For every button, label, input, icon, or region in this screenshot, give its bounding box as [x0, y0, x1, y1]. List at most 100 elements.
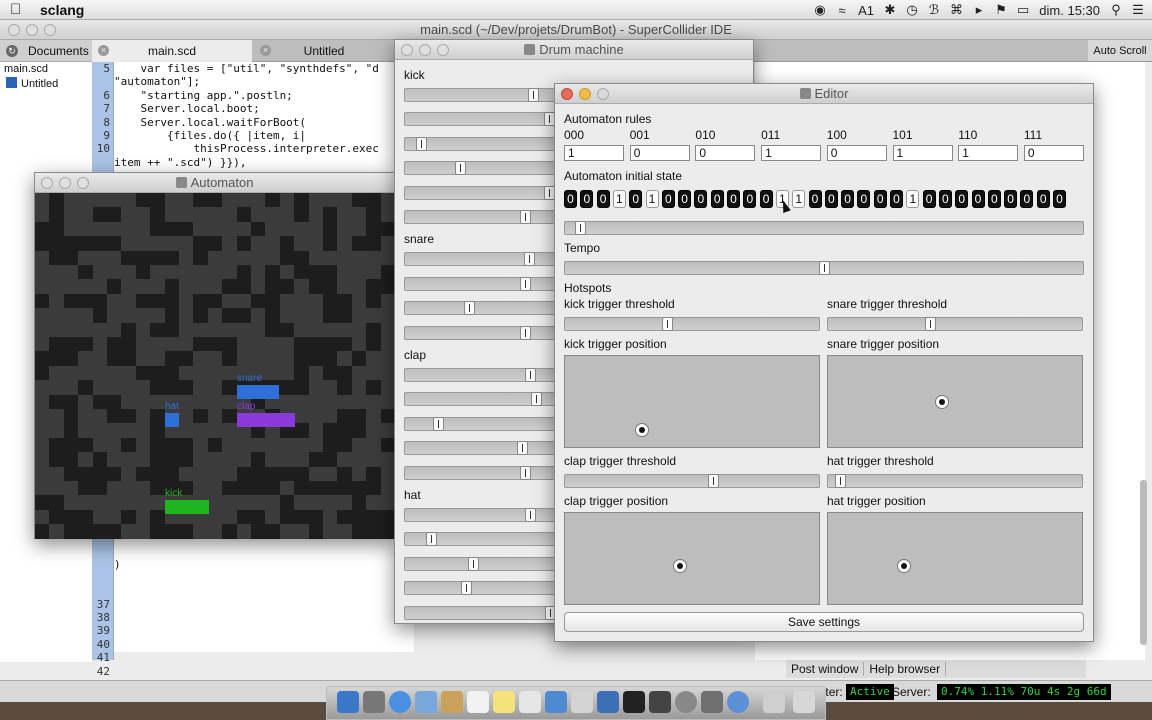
documents-icon[interactable]: ↻: [6, 45, 18, 57]
slider-knob[interactable]: [517, 441, 528, 456]
flag-icon[interactable]: ⚑: [995, 2, 1007, 18]
interpreter-status[interactable]: Active: [846, 684, 894, 700]
state-cell[interactable]: 1: [906, 190, 920, 208]
drum-hat-slider[interactable]: [404, 532, 564, 547]
close-window-button[interactable]: [401, 44, 413, 56]
drum-kick-slider[interactable]: [404, 210, 564, 224]
state-cell[interactable]: 0: [727, 190, 740, 208]
rule-010-input[interactable]: 0: [695, 145, 756, 161]
battery-label[interactable]: A1: [858, 3, 874, 18]
drum-clap-slider[interactable]: [404, 441, 564, 456]
state-cell[interactable]: 0: [1020, 190, 1034, 208]
save-settings-button[interactable]: Save settings: [564, 612, 1084, 632]
contacts-icon[interactable]: [441, 691, 463, 713]
folder-icon[interactable]: [763, 691, 785, 713]
code-line[interactable]: "starting app.".postln;: [114, 89, 414, 102]
code-line[interactable]: thisProcess.interpreter.exec: [114, 142, 414, 155]
drum-clap-slider[interactable]: [404, 392, 564, 407]
close-tab-icon[interactable]: ×: [98, 45, 109, 56]
state-cell[interactable]: 1: [645, 190, 659, 208]
state-cell[interactable]: 0: [824, 190, 838, 208]
slider-knob[interactable]: [461, 581, 472, 596]
slider-knob[interactable]: [575, 221, 586, 235]
calendar-icon[interactable]: [467, 691, 489, 713]
slider-knob[interactable]: [433, 416, 444, 431]
drum-kick-slider[interactable]: [404, 136, 564, 151]
state-cell[interactable]: 1: [612, 190, 626, 208]
slider-knob[interactable]: [525, 368, 536, 382]
preferences-icon[interactable]: [571, 691, 593, 713]
slider-knob[interactable]: [416, 136, 427, 151]
state-cell[interactable]: 0: [1004, 190, 1018, 208]
zoom-window-button[interactable]: [44, 24, 56, 36]
closing-brace[interactable]: ): [114, 558, 121, 571]
state-cell[interactable]: 0: [678, 190, 692, 208]
slider-knob[interactable]: [524, 252, 535, 267]
slider-knob[interactable]: [708, 474, 719, 488]
battery-icon[interactable]: ▭: [1017, 2, 1029, 18]
drum-snare-slider[interactable]: [404, 276, 564, 291]
zoom-window-button[interactable]: [437, 44, 449, 56]
code-line[interactable]: "automaton"];: [114, 75, 414, 88]
minimize-window-button[interactable]: [419, 44, 431, 56]
minimize-window-button[interactable]: [579, 88, 591, 100]
drum-hat-slider[interactable]: [404, 556, 564, 571]
code-line[interactable]: item ++ ".scd") }}),: [114, 156, 414, 169]
server-status[interactable]: 0.74% 1.11% 70u 4s 2g 66d: [937, 684, 1111, 700]
drum-clap-slider[interactable]: [404, 465, 564, 480]
close-window-button[interactable]: [41, 177, 53, 189]
safari-icon[interactable]: [389, 691, 411, 713]
minimize-window-button[interactable]: [59, 177, 71, 189]
drum-kick-slider[interactable]: [404, 161, 564, 176]
rule-110-input[interactable]: 1: [958, 145, 1019, 161]
drum-hat-slider[interactable]: [404, 508, 564, 522]
clap-position-pad[interactable]: [564, 512, 820, 605]
state-cell[interactable]: 0: [938, 190, 952, 208]
state-cell[interactable]: 0: [743, 190, 757, 208]
state-cell[interactable]: 0: [841, 190, 855, 208]
code-line[interactable]: var files = ["util", "synthdefs", "d: [114, 62, 414, 75]
slider-knob[interactable]: [520, 276, 531, 291]
state-cell[interactable]: 0: [629, 190, 643, 208]
slider-knob[interactable]: [531, 392, 542, 407]
close-window-button[interactable]: [561, 88, 573, 100]
hat-position-handle[interactable]: [897, 559, 911, 573]
slider-knob[interactable]: [925, 317, 936, 331]
time-machine-icon[interactable]: ◷: [906, 2, 918, 18]
snare-position-handle[interactable]: [935, 395, 949, 409]
state-cell[interactable]: 0: [808, 190, 822, 208]
hat-position-pad[interactable]: [827, 512, 1083, 605]
close-tab-icon[interactable]: ×: [260, 45, 271, 56]
mail-icon[interactable]: [415, 691, 437, 713]
drum-clap-slider[interactable]: [404, 416, 564, 431]
slider-knob[interactable]: [520, 325, 531, 340]
slider-knob[interactable]: [468, 556, 479, 571]
clap-position-handle[interactable]: [673, 559, 687, 573]
drum-snare-slider[interactable]: [404, 252, 564, 267]
cube-icon[interactable]: [701, 691, 723, 713]
slider-knob[interactable]: [464, 301, 475, 316]
finder-icon[interactable]: [337, 691, 359, 713]
state-cell[interactable]: 0: [1053, 190, 1066, 208]
slider-knob[interactable]: [835, 474, 846, 488]
state-cell[interactable]: 0: [759, 190, 773, 208]
tab-post-window[interactable]: Post window: [786, 662, 865, 676]
app-store-icon[interactable]: [597, 691, 619, 713]
slider-knob[interactable]: [662, 317, 673, 331]
drum-kick-slider[interactable]: [404, 112, 564, 127]
scrollbar[interactable]: [1140, 480, 1147, 645]
drum-snare-slider[interactable]: [404, 325, 564, 340]
kick-position-handle[interactable]: [635, 423, 649, 437]
state-cell[interactable]: 0: [596, 190, 610, 208]
state-cell[interactable]: 0: [987, 190, 1001, 208]
terminal-icon[interactable]: [623, 691, 645, 713]
hat-threshold-slider[interactable]: [827, 474, 1083, 488]
slider-knob[interactable]: [528, 88, 539, 102]
snare-threshold-slider[interactable]: [827, 317, 1083, 331]
state-cell[interactable]: 0: [564, 190, 577, 208]
bluetooth-icon[interactable]: ℬ: [928, 2, 940, 18]
drum-snare-slider[interactable]: [404, 301, 564, 316]
document-item[interactable]: main.scd: [0, 62, 92, 76]
piano-icon[interactable]: [649, 691, 671, 713]
launchpad-icon[interactable]: [363, 691, 385, 713]
